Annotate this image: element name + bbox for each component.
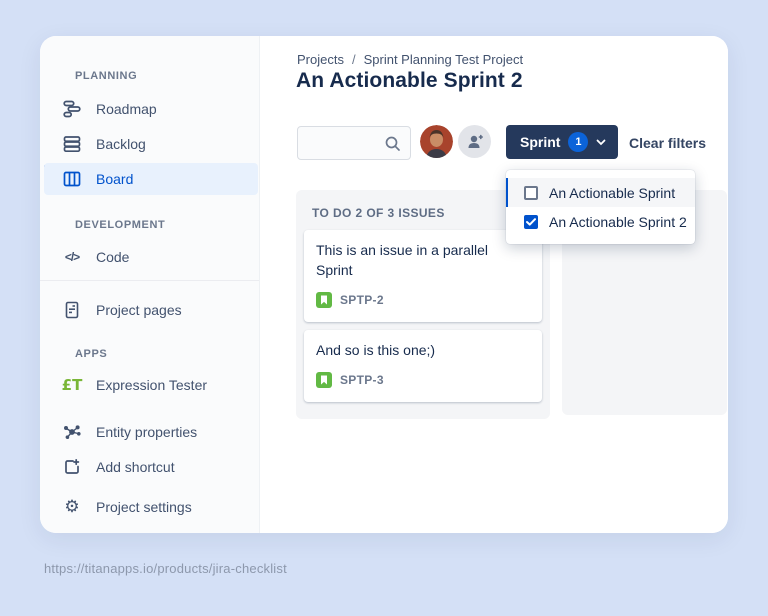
- add-people-button[interactable]: [458, 125, 491, 158]
- sidebar-item-project-settings[interactable]: ⚙ Project settings: [52, 491, 250, 523]
- sidebar-item-label: Add shortcut: [96, 459, 175, 475]
- main-content: Projects / Sprint Planning Test Project …: [261, 36, 728, 533]
- breadcrumb: Projects / Sprint Planning Test Project: [297, 52, 523, 67]
- chevron-down-icon: [596, 139, 606, 146]
- checkbox-checked-icon[interactable]: [524, 215, 538, 229]
- sprint-option-label: An Actionable Sprint: [549, 185, 675, 201]
- roadmap-icon: [62, 99, 82, 119]
- clipped-scroll-text: [144, 36, 184, 39]
- breadcrumb-project-name[interactable]: Sprint Planning Test Project: [364, 52, 523, 67]
- sprint-option[interactable]: An Actionable Sprint: [506, 178, 695, 207]
- page-title: An Actionable Sprint 2: [296, 69, 523, 93]
- issue-key: SPTP-2: [340, 293, 384, 307]
- app-window: PLANNING Roadmap: [40, 36, 728, 533]
- checkbox-unchecked-icon[interactable]: [524, 186, 538, 200]
- source-url: https://titanapps.io/products/jira-check…: [44, 561, 287, 576]
- backlog-icon: [62, 134, 82, 154]
- sprint-option[interactable]: An Actionable Sprint 2: [506, 207, 695, 236]
- sidebar-item-label: Entity properties: [96, 424, 197, 440]
- add-shortcut-icon: [62, 457, 82, 477]
- breadcrumb-projects[interactable]: Projects: [297, 52, 344, 67]
- sidebar-divider: [40, 280, 259, 281]
- search-input[interactable]: [298, 127, 378, 159]
- sidebar-item-project-pages[interactable]: Project pages: [52, 294, 250, 326]
- issue-summary: This is an issue in a parallel Sprint: [316, 240, 516, 280]
- sprint-filter-count-badge: 1: [568, 132, 588, 152]
- breadcrumb-separator: /: [352, 52, 356, 67]
- sidebar-item-label: Expression Tester: [96, 377, 207, 393]
- code-icon: </>: [62, 247, 82, 267]
- sidebar-section-planning: PLANNING: [75, 70, 137, 82]
- sidebar-item-label: Roadmap: [96, 101, 157, 117]
- story-type-icon: [316, 372, 332, 388]
- clear-filters-link[interactable]: Clear filters: [629, 135, 706, 151]
- story-type-icon: [316, 292, 332, 308]
- sidebar-item-label: Backlog: [96, 136, 146, 152]
- sidebar-item-label: Project pages: [96, 302, 182, 318]
- document-icon: [62, 300, 82, 320]
- sidebar-item-label: Project settings: [96, 499, 192, 515]
- sidebar-section-development: DEVELOPMENT: [75, 219, 165, 231]
- sprint-filter-label: Sprint: [520, 134, 560, 150]
- sprint-option-label: An Actionable Sprint 2: [549, 214, 687, 230]
- board-search: [297, 126, 411, 160]
- sprint-dropdown-menu: An Actionable Sprint An Actionable Sprin…: [506, 170, 695, 244]
- sidebar-item-label: Code: [96, 249, 129, 265]
- entity-properties-icon: [62, 422, 82, 442]
- user-avatar[interactable]: [420, 125, 453, 158]
- sprint-filter-button[interactable]: Sprint 1: [506, 125, 618, 159]
- board-icon: [62, 169, 82, 189]
- search-icon: [384, 135, 402, 153]
- issue-key: SPTP-3: [340, 373, 384, 387]
- sidebar-item-roadmap[interactable]: Roadmap: [52, 93, 250, 125]
- sidebar-item-board[interactable]: Board: [44, 163, 258, 195]
- sidebar: PLANNING Roadmap: [40, 36, 260, 533]
- sidebar-item-label: Board: [96, 171, 133, 187]
- sidebar-item-add-shortcut[interactable]: Add shortcut: [52, 451, 250, 483]
- sidebar-item-entity-properties[interactable]: Entity properties: [52, 416, 250, 448]
- issue-summary: And so is this one;): [316, 340, 516, 360]
- issue-card[interactable]: And so is this one;) SPTP-3: [304, 330, 542, 402]
- issue-card[interactable]: This is an issue in a parallel Sprint SP…: [304, 230, 542, 322]
- sidebar-item-expression-tester[interactable]: £T Expression Tester: [52, 369, 250, 401]
- gear-icon: ⚙: [62, 497, 82, 517]
- sidebar-section-apps: APPS: [75, 348, 107, 360]
- sidebar-item-backlog[interactable]: Backlog: [52, 128, 250, 160]
- sidebar-item-code[interactable]: </> Code: [52, 241, 250, 273]
- expression-tester-icon: £T: [62, 375, 82, 395]
